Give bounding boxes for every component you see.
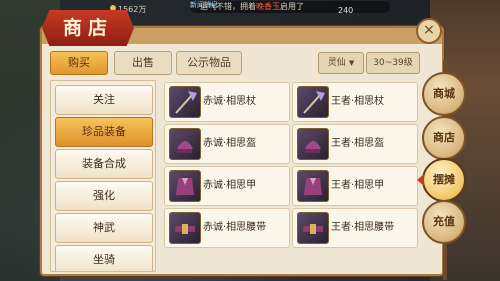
item-card[interactable]: 赤诚·相思盔 [164, 124, 290, 164]
close-button[interactable]: × [416, 18, 442, 44]
category-rare-equipment[interactable]: 珍品装备 [55, 117, 153, 147]
armor-icon [169, 170, 201, 202]
nav-mall[interactable]: 商城 [422, 72, 466, 116]
top-status-bar: 1562万 运气不错，拥着晚香玉启用了 新闻消息 240 [90, 0, 390, 18]
item-name: 赤诚·相思盔 [203, 138, 257, 149]
tab-buy[interactable]: 购买 [50, 51, 108, 75]
staff-icon [297, 86, 329, 118]
item-card[interactable]: 王者·相思盔 [292, 124, 418, 164]
system-message: 新闻消息 [190, 1, 218, 9]
item-name: 王者·相思盔 [331, 138, 385, 149]
status-number: 240 [338, 6, 354, 15]
category-divine-weapon[interactable]: 神武 [55, 213, 153, 243]
item-name: 王者·相思腰带 [331, 222, 395, 233]
belt-icon [297, 212, 329, 244]
category-mount[interactable]: 坐骑 [55, 245, 153, 271]
chevron-down-icon: ▼ [348, 59, 355, 67]
level-filter-dropdown[interactable]: 30~39级 [366, 52, 420, 74]
staff-icon [169, 86, 201, 118]
nav-recharge[interactable]: 充值 [422, 200, 466, 244]
tab-public-items[interactable]: 公示物品 [176, 51, 242, 75]
category-sidebar[interactable]: 关注 珍品装备 装备合成 强化 神武 坐骑 [50, 80, 156, 272]
class-filter-dropdown[interactable]: 灵仙 ▼ [318, 52, 364, 74]
ticker-suffix: 启用了 [280, 2, 304, 11]
shop-title: 商店 [42, 10, 134, 46]
helmet-icon [297, 128, 329, 160]
nav-shop[interactable]: 商店 [422, 116, 466, 160]
nav-stall[interactable]: 摆摊 [417, 158, 466, 202]
helmet-icon [169, 128, 201, 160]
item-grid: 赤诚·相思杖 王者·相思杖 赤诚·相思盔 王者·相思盔 赤诚·相思甲 王者·相思… [160, 80, 422, 270]
broadcast-ticker: 运气不错，拥着晚香玉启用了 [190, 1, 390, 13]
item-card[interactable]: 王者·相思杖 [292, 82, 418, 122]
item-card[interactable]: 王者·相思甲 [292, 166, 418, 206]
item-name: 王者·相思甲 [331, 180, 385, 191]
category-equipment-synthesis[interactable]: 装备合成 [55, 149, 153, 179]
armor-icon [297, 170, 329, 202]
item-card[interactable]: 赤诚·相思甲 [164, 166, 290, 206]
category-follow[interactable]: 关注 [55, 85, 153, 115]
item-card[interactable]: 赤诚·相思腰带 [164, 208, 290, 248]
ticker-highlight: 晚香玉 [256, 2, 280, 11]
item-card[interactable]: 王者·相思腰带 [292, 208, 418, 248]
category-enhance[interactable]: 强化 [55, 181, 153, 211]
item-name: 赤诚·相思腰带 [203, 222, 267, 233]
belt-icon [169, 212, 201, 244]
item-name: 赤诚·相思甲 [203, 180, 257, 191]
side-navigation: 商城 商店 摆摊 充值 [417, 60, 468, 280]
item-name: 王者·相思杖 [331, 96, 385, 107]
tab-sell[interactable]: 出售 [114, 51, 172, 75]
item-name: 赤诚·相思杖 [203, 96, 257, 107]
class-filter-label: 灵仙 [327, 58, 346, 68]
item-card[interactable]: 赤诚·相思杖 [164, 82, 290, 122]
